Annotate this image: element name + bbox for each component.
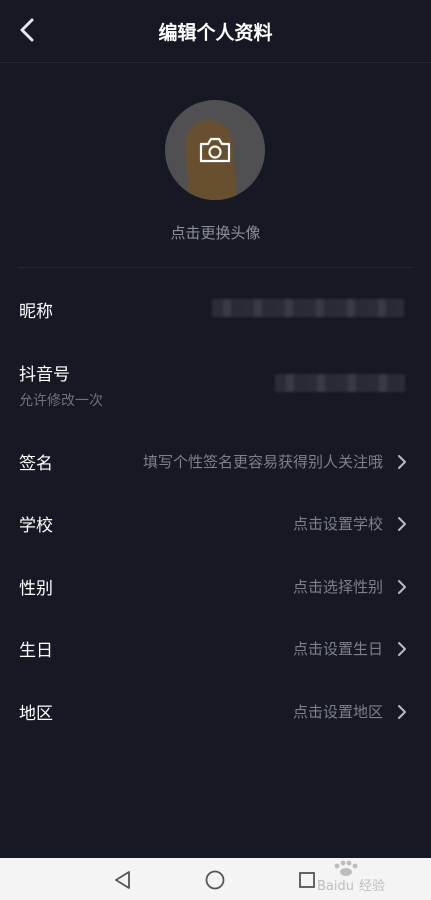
gender-row[interactable]: 性别 点击选择性别: [0, 564, 431, 608]
douyin-id-row[interactable]: 抖音号 允许修改一次: [0, 350, 431, 409]
divider: [18, 267, 413, 268]
nickname-row[interactable]: 昵称: [0, 287, 431, 331]
back-triangle-icon[interactable]: [112, 869, 134, 891]
gender-placeholder: 点击选择性别: [292, 578, 383, 596]
camera-icon: [199, 137, 231, 163]
chevron-right-icon: [398, 580, 406, 594]
region-label: 地区: [19, 704, 53, 724]
birthday-placeholder: 点击设置生日: [292, 640, 383, 658]
signature-label: 签名: [19, 454, 53, 474]
douyin-id-value-redacted: [275, 374, 405, 392]
baidu-jingyan-watermark: Baidu 经验: [317, 860, 385, 894]
douyin-id-note: 允许修改一次: [19, 393, 103, 409]
avatar[interactable]: [165, 100, 265, 200]
region-row[interactable]: 地区 点击设置地区: [0, 689, 431, 733]
school-row[interactable]: 学校 点击设置学校: [0, 501, 431, 545]
region-placeholder: 点击设置地区: [292, 703, 383, 721]
chevron-right-icon: [398, 517, 406, 531]
birthday-label: 生日: [19, 641, 53, 661]
douyin-id-label: 抖音号: [19, 365, 70, 385]
home-circle-icon[interactable]: [204, 869, 226, 891]
gender-label: 性别: [19, 579, 53, 599]
school-label: 学校: [19, 516, 53, 536]
change-avatar-caption[interactable]: 点击更换头像: [0, 222, 431, 243]
chevron-right-icon: [398, 705, 406, 719]
birthday-row[interactable]: 生日 点击设置生日: [0, 626, 431, 670]
svg-text:经验: 经验: [359, 878, 385, 894]
chevron-right-icon: [398, 455, 406, 469]
top-bar: 编辑个人资料: [0, 0, 431, 63]
signature-row[interactable]: 签名 填写个性签名更容易获得别人关注哦: [0, 439, 431, 483]
signature-placeholder: 填写个性签名更容易获得别人关注哦: [142, 453, 383, 471]
svg-text:Baidu: Baidu: [317, 879, 354, 894]
nickname-label: 昵称: [19, 302, 53, 322]
chevron-right-icon: [398, 642, 406, 656]
school-placeholder: 点击设置学校: [292, 515, 383, 533]
nickname-value-redacted: [212, 299, 404, 317]
page-title: 编辑个人资料: [158, 22, 273, 44]
